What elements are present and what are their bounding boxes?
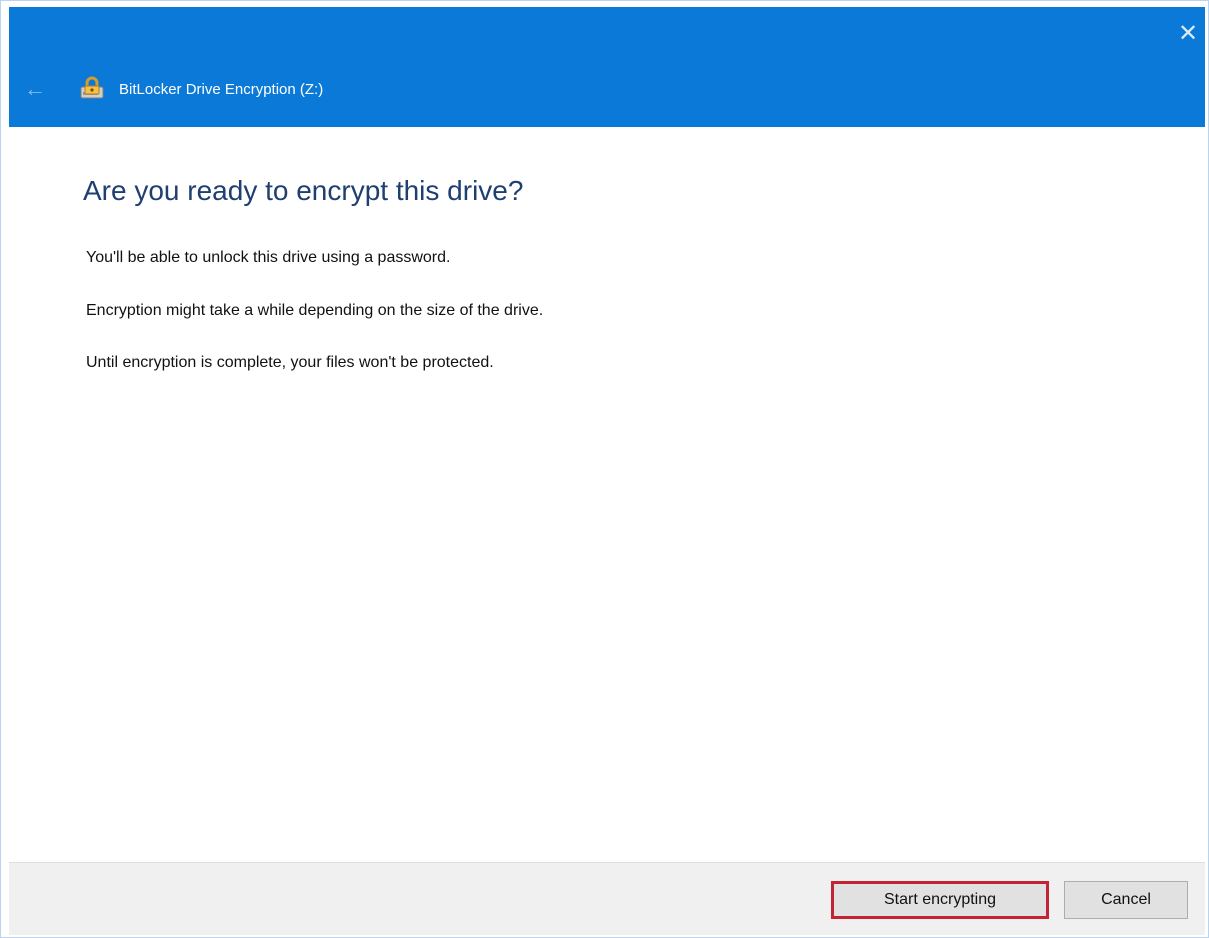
title-bar: ✕ ← BitLocker Drive Encryption (Z:) [9, 7, 1205, 127]
close-button[interactable]: ✕ [1173, 19, 1203, 49]
wizard-content: Are you ready to encrypt this drive? You… [9, 127, 1205, 862]
protection-warning: Until encryption is complete, your files… [86, 354, 494, 371]
cancel-button[interactable]: Cancel [1064, 881, 1188, 919]
page-title: Are you ready to encrypt this drive? [83, 175, 524, 206]
back-button[interactable]: ← [23, 77, 47, 101]
password-unlock-info: You'll be able to unlock this drive usin… [86, 249, 451, 266]
bitlocker-drive-icon [80, 76, 104, 99]
bitlocker-wizard-window: ✕ ← BitLocker Drive Encryption (Z:) Are … [0, 0, 1209, 938]
back-arrow-icon: ← [24, 76, 46, 101]
start-encrypting-button[interactable]: Start encrypting [831, 881, 1049, 919]
button-bar: Start encrypting Cancel [9, 862, 1205, 935]
window-title: BitLocker Drive Encryption (Z:) [119, 81, 324, 98]
close-icon: ✕ [1177, 20, 1199, 47]
encryption-time-info: Encryption might take a while depending … [86, 302, 544, 319]
